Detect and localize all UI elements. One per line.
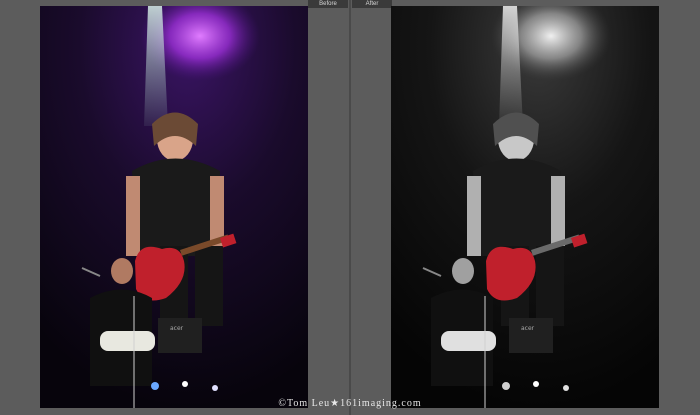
copyright-watermark: ©Tom Leu★161imaging.com [278,398,422,409]
after-label: After [352,0,392,8]
before-label: Before [308,0,348,8]
after-photo: acer [391,6,659,408]
svg-text:acer: acer [521,325,535,332]
before-photo: acer [40,6,308,408]
svg-text:acer: acer [170,325,184,332]
compare-divider[interactable] [349,0,351,415]
before-after-compare-view: Before After acer acer ©Tom Leu★161imagi… [0,0,700,415]
